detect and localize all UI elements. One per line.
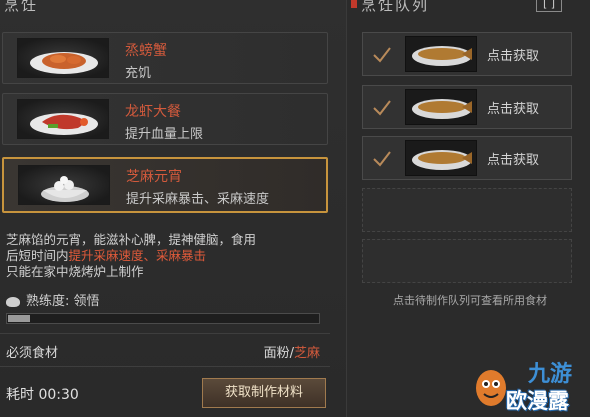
required-ingredients-label: 必须食材 — [6, 346, 59, 361]
proficiency-progress-fill — [8, 315, 30, 322]
mascot-icon — [476, 370, 506, 406]
empty-queue-slot[interactable] — [362, 239, 572, 283]
ingredient-text: 面粉/ — [263, 346, 294, 361]
proficiency-label: 熟练度: 领悟 — [26, 294, 100, 309]
grilled-fish-image — [405, 89, 477, 125]
grilled-fish-image — [405, 140, 477, 176]
recipe-desc: 提升血量上限 — [125, 127, 204, 142]
recipe-item-steamed-crab[interactable]: 烝螃蟹 充饥 — [2, 32, 328, 84]
get-materials-button[interactable]: 获取制作材料 — [202, 378, 326, 408]
divider — [0, 366, 330, 367]
recipe-name: 龙虾大餐 — [125, 104, 181, 120]
cooking-panel-title: 烹饪 — [4, 0, 39, 14]
cooking-queue-title: 烹饪队列 — [361, 0, 430, 14]
cooking-panel: 烹饪 烝螃蟹 充饥 龙虾大餐 提升血量上限 芝麻元宵 提升采麻暴击、采麻速度 芝… — [0, 0, 346, 417]
recipe-item-lobster-feast[interactable]: 龙虾大餐 提升血量上限 — [2, 93, 328, 145]
checkmark-icon — [373, 47, 391, 63]
description-text: 后短时间内 — [6, 248, 69, 263]
title-marker-icon — [351, 0, 357, 8]
steamed-crab-image — [17, 38, 109, 78]
recipe-desc: 充饥 — [125, 66, 152, 81]
queue-slot[interactable]: 点击获取 — [362, 32, 572, 76]
recipe-name: 芝麻元宵 — [126, 169, 182, 185]
grilled-fish-image — [405, 36, 477, 72]
recipe-name: 烝螃蟹 — [125, 43, 167, 59]
queue-info-button[interactable]: [ ] — [536, 0, 562, 12]
click-to-get-label: 点击获取 — [487, 49, 540, 64]
chef-hat-icon — [6, 296, 20, 307]
queue-hint-text: 点击待制作队列可查看所用食材 — [393, 294, 547, 307]
queue-slot[interactable]: 点击获取 — [362, 136, 572, 180]
click-to-get-label: 点击获取 — [487, 102, 540, 117]
description-line: 只能在家中烧烤炉上制作 — [6, 264, 144, 279]
description-highlight: 提升采麻速度、采麻暴击 — [68, 248, 207, 263]
empty-queue-slot[interactable] — [362, 188, 572, 232]
cook-time-label: 耗时 00:30 — [6, 387, 79, 403]
recipe-item-sesame-dumplings[interactable]: 芝麻元宵 提升采麻暴击、采麻速度 — [2, 157, 328, 213]
recipe-desc: 提升采麻暴击、采麻速度 — [126, 192, 270, 207]
proficiency-row: 熟练度: 领悟 — [6, 290, 100, 309]
proficiency-progress-bar — [6, 313, 320, 324]
click-to-get-label: 点击获取 — [487, 153, 540, 168]
lobster-feast-image — [17, 99, 109, 139]
site-watermark: 九游 欧漫露 — [468, 352, 590, 417]
recipe-description: 芝麻馅的元宵，能滋补心脾，提神健脑，食用 后短时间内提升采麻速度、采麻暴击 只能… — [6, 232, 328, 280]
watermark-text-bottom: 欧漫露 — [506, 389, 569, 413]
queue-slot[interactable]: 点击获取 — [362, 85, 572, 129]
checkmark-icon — [373, 151, 391, 167]
checkmark-icon — [373, 100, 391, 116]
sesame-dumplings-image — [18, 165, 110, 205]
divider — [0, 333, 330, 334]
description-line: 后短时间内提升采麻速度、采麻暴击 — [6, 248, 328, 264]
ingredient-highlight: 芝麻 — [293, 346, 320, 361]
watermark-text-top: 九游 — [528, 362, 573, 387]
required-ingredients-value: 面粉/芝麻 — [264, 342, 320, 361]
description-line: 芝麻馅的元宵，能滋补心脾，提神健脑，食用 — [6, 232, 257, 247]
